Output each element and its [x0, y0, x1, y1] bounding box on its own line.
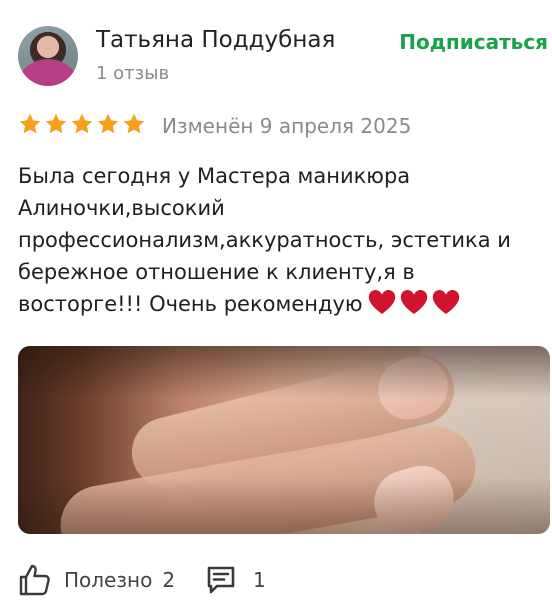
review-line: Алиночки,высокий — [18, 196, 225, 220]
photo-shade — [18, 346, 550, 534]
edited-date: Изменён 9 апреля 2025 — [162, 114, 412, 138]
review-line: бережное отношение к клиенту,я в — [18, 260, 415, 284]
useful-count: 2 — [162, 568, 176, 592]
comments-button[interactable]: 1 — [205, 564, 266, 596]
star-icon — [123, 113, 145, 134]
star-icon — [19, 113, 41, 134]
review-card: Татьяна Поддубная 1 отзыв Подписаться Из… — [0, 0, 552, 610]
comments-count: 1 — [253, 568, 266, 592]
review-photo[interactable] — [18, 346, 550, 534]
useful-button[interactable]: Полезно 2 — [18, 563, 175, 597]
hearts-emoji — [367, 288, 461, 316]
comment-icon — [207, 566, 235, 594]
author-name[interactable]: Татьяна Поддубная — [96, 24, 335, 56]
thumbs-up-icon — [19, 564, 50, 596]
review-text: Была сегодня у Мастера маникюра Алиночки… — [18, 160, 548, 320]
review-line-last: восторге!!! Очень рекомендую — [18, 288, 548, 320]
review-line: профессионализм,аккуратность, эстетика и — [18, 228, 511, 252]
star-icon — [97, 113, 119, 134]
star-icon — [71, 113, 93, 134]
subscribe-button[interactable]: Подписаться — [399, 28, 548, 56]
heart-icon — [432, 290, 459, 314]
rating-stars — [18, 112, 146, 136]
avatar[interactable] — [18, 26, 78, 86]
review-line: Была сегодня у Мастера маникюра — [18, 164, 411, 188]
heart-icon — [368, 290, 395, 314]
heart-icon — [400, 290, 427, 314]
author-review-count: 1 отзыв — [96, 63, 170, 84]
review-footer: Полезно 2 1 — [18, 562, 266, 598]
useful-label: Полезно — [64, 568, 153, 592]
star-icon — [45, 113, 67, 134]
review-line-text: восторге!!! Очень рекомендую — [18, 292, 363, 316]
